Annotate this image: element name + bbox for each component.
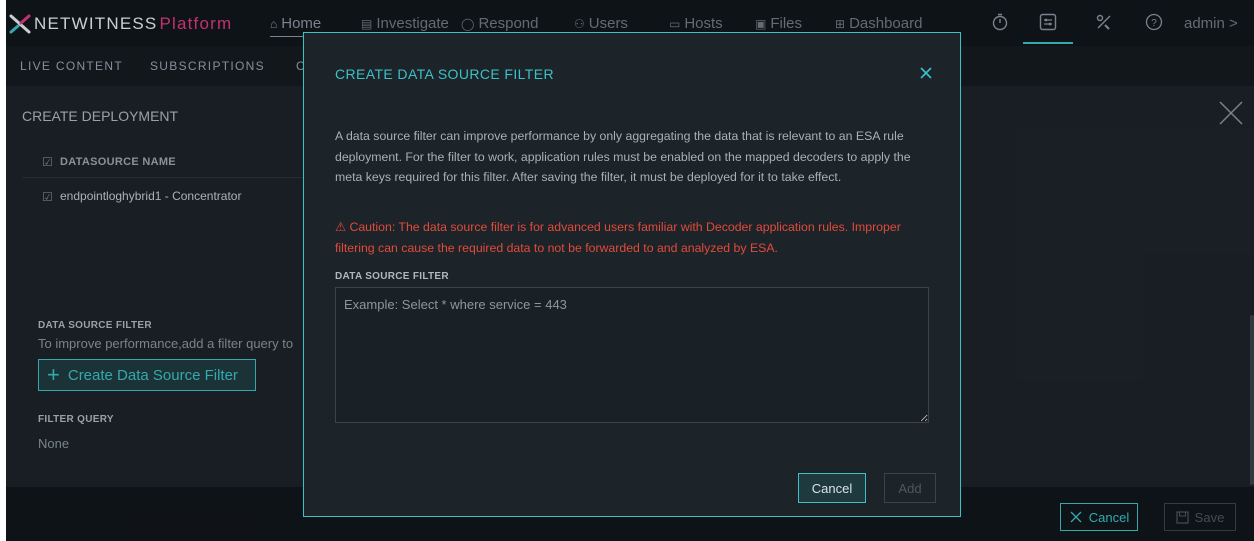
filter-field-label: DATA SOURCE FILTER — [335, 271, 449, 282]
dialog-close-icon[interactable] — [918, 65, 934, 81]
data-source-filter-input[interactable] — [335, 287, 929, 423]
dialog-title: CREATE DATA SOURCE FILTER — [335, 66, 554, 82]
dialog-add-button[interactable]: Add — [884, 473, 936, 503]
dialog-cancel-button[interactable]: Cancel — [798, 473, 866, 503]
app-window: NETWITNESS Platform ⌂ Home ▤ Investigate ◯ R… — [6, 0, 1254, 541]
create-data-source-filter-dialog: CREATE DATA SOURCE FILTER A data source … — [303, 32, 961, 517]
dialog-caution: ⚠ Caution: The data source filter is for… — [335, 220, 901, 255]
dialog-description: A data source filter can improve perform… — [335, 129, 911, 184]
